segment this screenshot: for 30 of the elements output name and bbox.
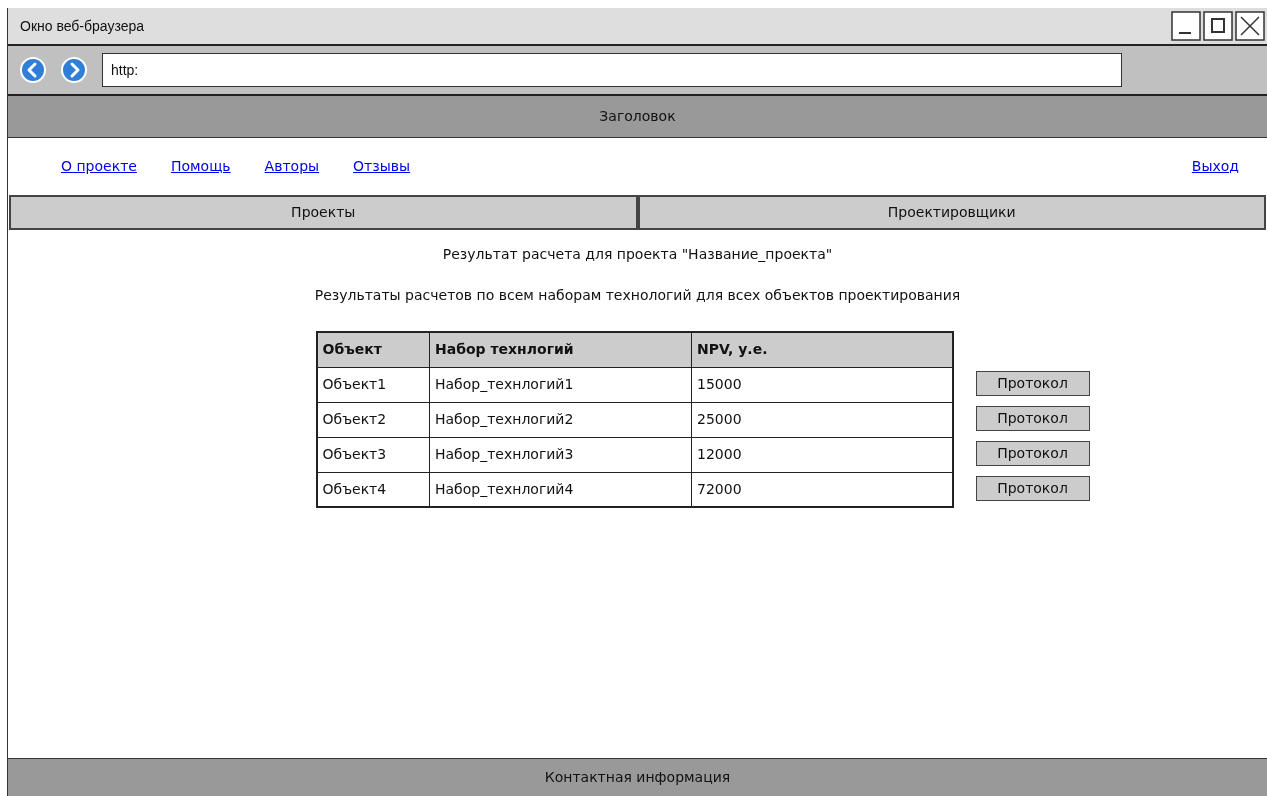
table-cell: Набор_технлогий2 — [429, 402, 692, 437]
protocol-button[interactable]: Протокол — [975, 441, 1090, 466]
header-title: Заголовок — [599, 107, 676, 126]
window-title: Окно веб-браузера — [20, 16, 145, 36]
back-button[interactable] — [20, 57, 46, 83]
close-icon[interactable] — [1235, 11, 1265, 41]
column-header: Набор технлогий — [429, 332, 692, 367]
forward-button[interactable] — [61, 57, 87, 83]
nav-link[interactable]: Авторы — [264, 156, 320, 177]
table-cell: Набор_технлогий3 — [429, 437, 692, 472]
minimize-icon[interactable] — [1171, 11, 1201, 41]
table-cell: Объект1 — [316, 367, 430, 402]
protocol-button[interactable]: Протокол — [975, 476, 1090, 501]
table-cell: Объект2 — [316, 402, 430, 437]
tab[interactable]: Проекты — [9, 195, 638, 230]
column-header: Объект — [316, 332, 430, 367]
page-title: Результат расчета для проекта "Название_проекта" — [442, 245, 833, 264]
footer-text: Контактная информация — [544, 768, 731, 787]
tab[interactable]: Проектировщики — [637, 195, 1266, 230]
logout-link[interactable]: Выход — [1191, 156, 1239, 177]
protocol-button[interactable]: Протокол — [975, 406, 1090, 431]
table-cell: Набор_технлогий1 — [429, 367, 692, 402]
nav-link[interactable]: Отзывы — [353, 156, 411, 177]
table-cell: Объект3 — [316, 437, 430, 472]
address-field[interactable]: http: — [102, 53, 1122, 87]
protocol-button[interactable]: Протокол — [975, 371, 1090, 396]
maximize-icon[interactable] — [1203, 11, 1233, 41]
page-subtitle: Результаты расчетов по всем наборам технологий для всех объектов проектирования — [314, 286, 961, 305]
nav-link[interactable]: О проекте — [61, 156, 137, 177]
nav-link[interactable]: Помощь — [170, 156, 231, 177]
